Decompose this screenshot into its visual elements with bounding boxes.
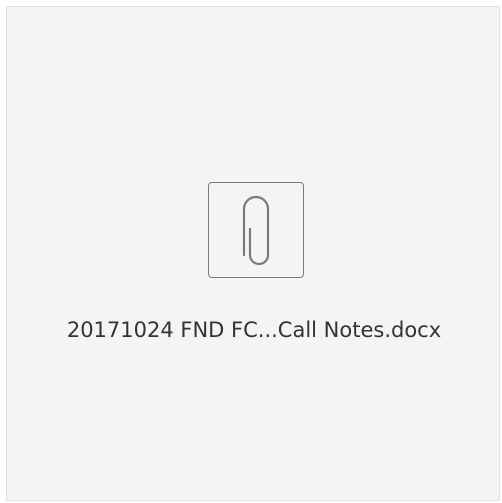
- attachment-card[interactable]: 20171024 FND FC...Call Notes.docx: [6, 6, 500, 501]
- paperclip-icon: [242, 195, 270, 266]
- file-name[interactable]: 20171024 FND FC...Call Notes.docx: [7, 318, 501, 342]
- file-icon-box[interactable]: [208, 182, 304, 278]
